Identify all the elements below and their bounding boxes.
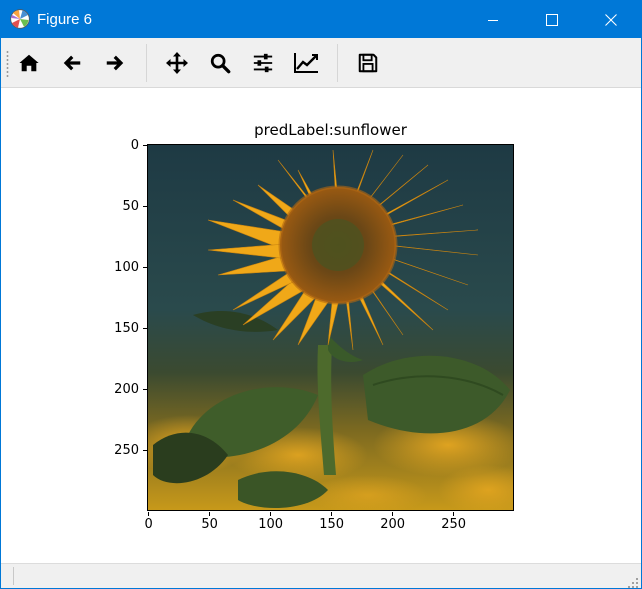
sunflower-photo xyxy=(148,145,513,510)
x-tick-label: 250 xyxy=(441,517,467,532)
customize-button[interactable] xyxy=(290,47,322,79)
toolbar-separator xyxy=(337,44,338,82)
navigation-toolbar xyxy=(1,38,641,88)
zoom-button[interactable] xyxy=(204,47,236,79)
close-button[interactable] xyxy=(582,1,640,38)
y-tick xyxy=(143,206,147,208)
toolbar-separator xyxy=(146,44,147,82)
x-tick xyxy=(148,512,150,516)
x-tick xyxy=(392,512,394,516)
status-bar xyxy=(1,563,641,588)
x-tick-label: 150 xyxy=(319,517,345,532)
y-tick-label: 250 xyxy=(114,442,139,458)
y-tick-label: 50 xyxy=(122,198,139,214)
toolbar-grip[interactable] xyxy=(6,50,9,78)
y-tick-label: 150 xyxy=(114,320,139,336)
image-axes[interactable] xyxy=(147,144,514,511)
y-tick-label: 0 xyxy=(130,137,139,153)
minimize-icon xyxy=(487,14,499,26)
close-icon xyxy=(605,13,617,26)
window-title: Figure 6 xyxy=(37,11,93,28)
y-tick xyxy=(143,145,147,147)
save-button[interactable] xyxy=(352,47,384,79)
x-tick-label: 50 xyxy=(201,517,218,532)
x-tick-label: 0 xyxy=(144,517,153,532)
x-tick xyxy=(209,512,211,516)
y-tick-label: 200 xyxy=(114,381,139,397)
figure-window: Figure 6 predLabel:sunflower 0 50 100 15… xyxy=(0,0,642,589)
subplots-button[interactable] xyxy=(247,47,279,79)
maximize-button[interactable] xyxy=(523,1,581,38)
home-button[interactable] xyxy=(13,47,45,79)
forward-arrow-icon xyxy=(104,52,126,74)
forward-button[interactable] xyxy=(99,47,131,79)
edit-axis-icon xyxy=(293,52,319,74)
zoom-magnifier-icon xyxy=(209,52,231,74)
back-arrow-icon xyxy=(61,52,83,74)
x-tick-label: 100 xyxy=(258,517,284,532)
pan-move-icon xyxy=(165,51,189,75)
plot-title: predLabel:sunflower xyxy=(254,121,407,139)
y-tick-label: 100 xyxy=(114,259,139,275)
minimize-button[interactable] xyxy=(464,1,522,38)
x-tick xyxy=(331,512,333,516)
back-button[interactable] xyxy=(56,47,88,79)
home-icon xyxy=(18,52,40,74)
x-tick xyxy=(270,512,272,516)
save-floppy-icon xyxy=(357,52,379,74)
y-tick xyxy=(143,328,147,330)
y-tick xyxy=(143,450,147,452)
y-tick xyxy=(143,389,147,391)
y-tick xyxy=(143,267,147,269)
matplotlib-logo-icon xyxy=(10,9,30,29)
x-tick-label: 200 xyxy=(380,517,406,532)
title-bar[interactable]: Figure 6 xyxy=(1,1,641,38)
pan-button[interactable] xyxy=(161,47,193,79)
x-tick xyxy=(453,512,455,516)
resize-grip-icon[interactable] xyxy=(627,574,639,588)
maximize-icon xyxy=(546,13,558,26)
status-separator xyxy=(13,567,14,585)
configure-subplots-icon xyxy=(252,52,274,74)
